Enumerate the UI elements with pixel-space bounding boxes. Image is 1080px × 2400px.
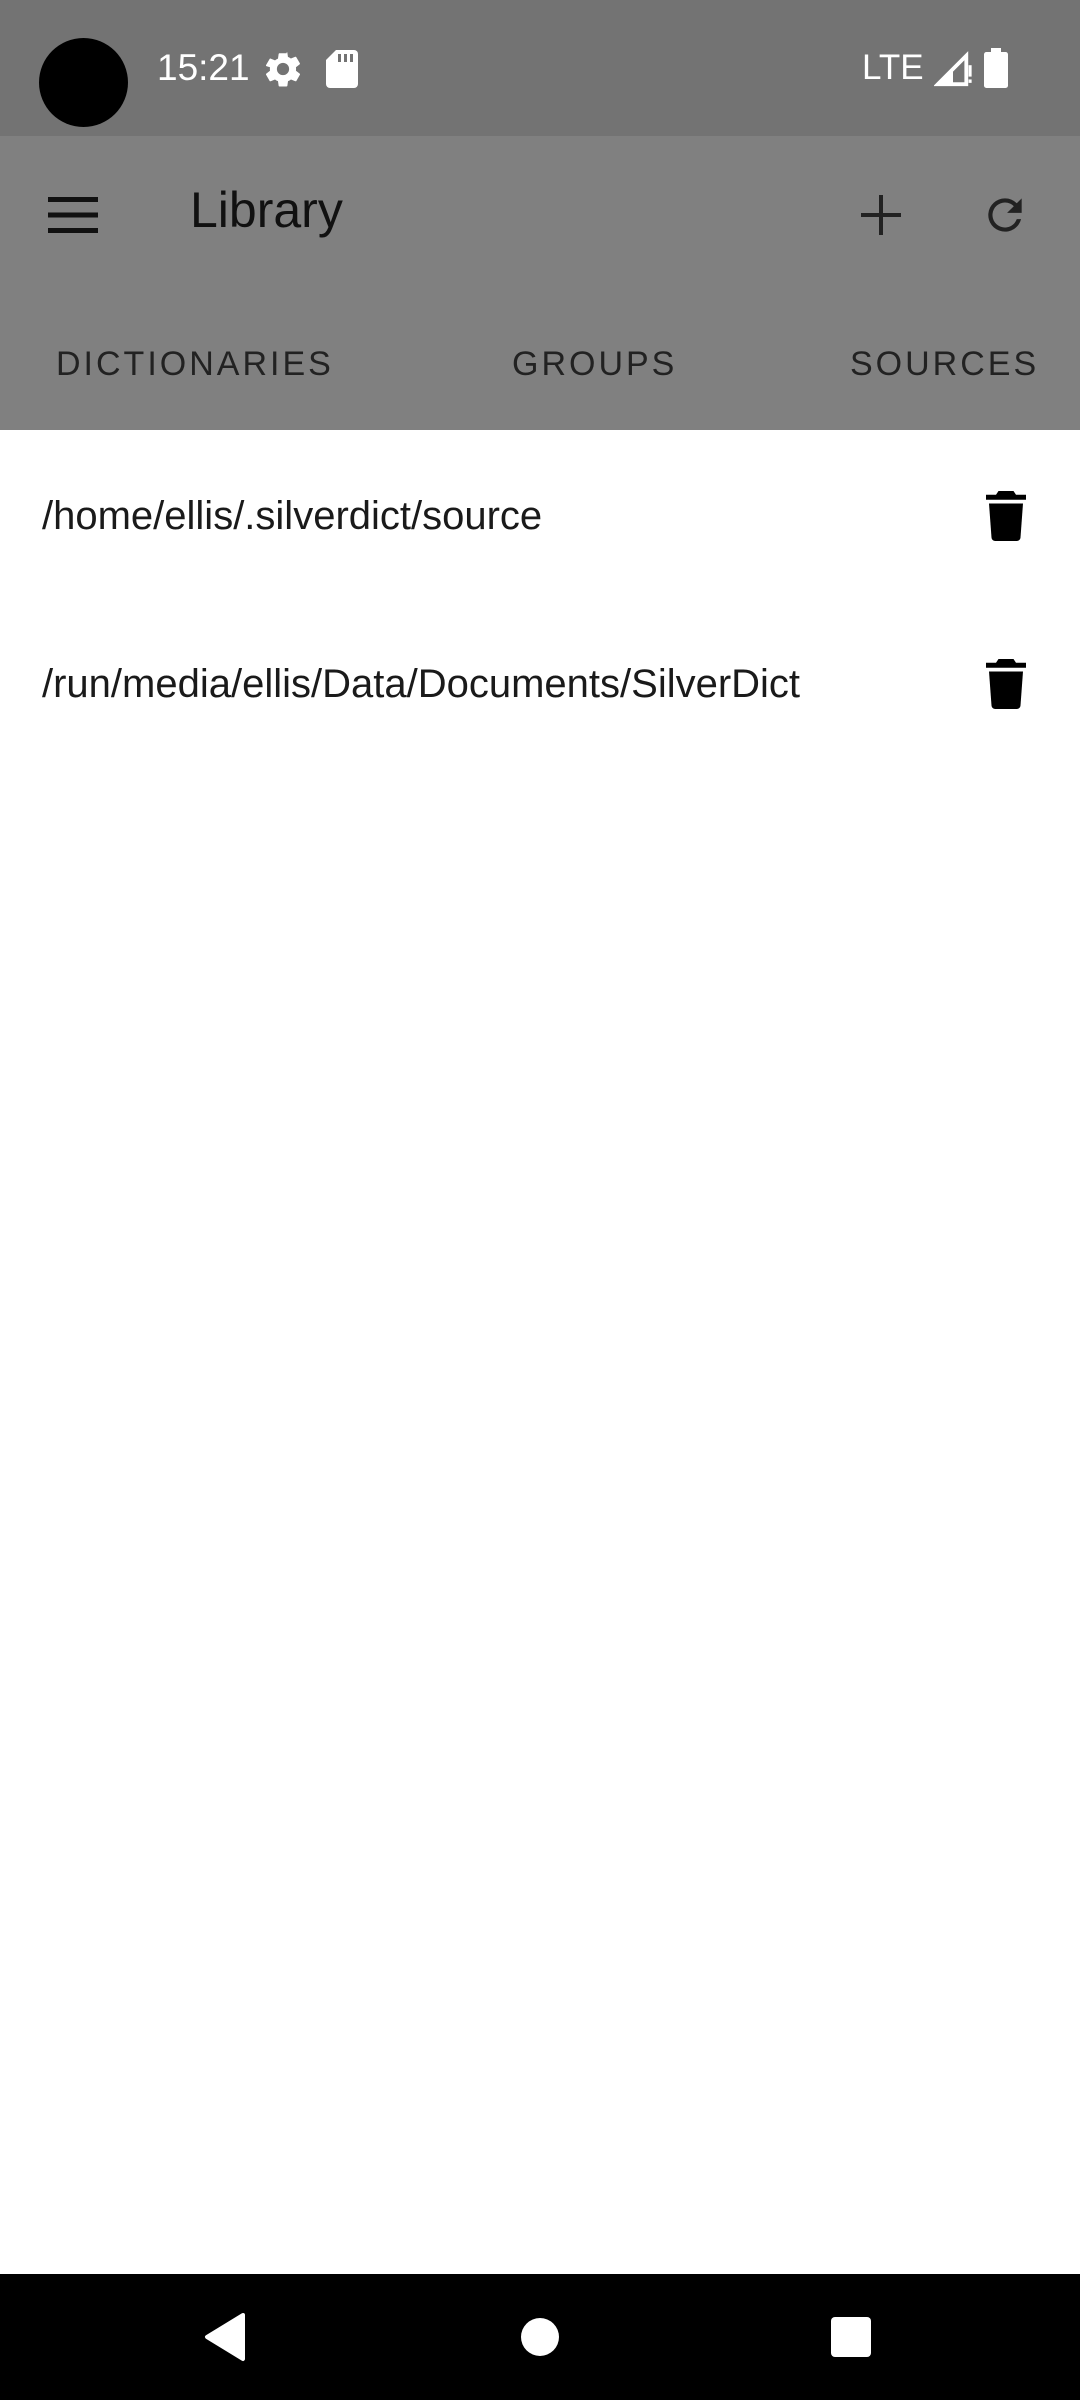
status-time: 15:21 bbox=[157, 47, 250, 88]
page-title: Library bbox=[190, 182, 343, 238]
tab-label: SOURCES bbox=[850, 344, 1040, 383]
app-bar: Library DICTIONARIES GROUPS SOURCES bbox=[0, 136, 1080, 430]
home-button[interactable] bbox=[495, 2292, 585, 2382]
tab-label: GROUPS bbox=[512, 344, 678, 383]
refresh-button[interactable] bbox=[962, 172, 1048, 258]
menu-button[interactable] bbox=[30, 172, 116, 258]
sd-card-icon bbox=[326, 50, 358, 88]
refresh-icon bbox=[988, 198, 1022, 232]
back-triangle-icon bbox=[205, 2313, 245, 2361]
settings-gear-icon bbox=[265, 52, 301, 87]
tab-label: DICTIONARIES bbox=[56, 344, 334, 383]
trash-icon bbox=[986, 491, 1026, 541]
source-path: /run/media/ellis/Data/Documents/SilverDi… bbox=[42, 661, 801, 706]
source-path: /home/ellis/.silverdict/source bbox=[42, 493, 543, 538]
delete-source-button[interactable] bbox=[964, 474, 1048, 558]
back-button[interactable] bbox=[180, 2292, 270, 2382]
plus-icon bbox=[861, 195, 901, 235]
status-bar: 15:21 LTE bbox=[0, 0, 1080, 136]
battery-icon bbox=[984, 48, 1008, 88]
camera-cutout bbox=[39, 38, 128, 127]
tab-dictionaries[interactable]: DICTIONARIES bbox=[56, 298, 334, 430]
screen: 15:21 LTE Library DICTIONARIES GROUPS SO… bbox=[0, 0, 1080, 2400]
recents-button[interactable] bbox=[806, 2292, 896, 2382]
trash-icon bbox=[986, 659, 1026, 709]
hamburger-menu-icon bbox=[48, 197, 98, 233]
home-circle-icon bbox=[521, 2318, 559, 2356]
tab-bar: DICTIONARIES GROUPS SOURCES bbox=[0, 298, 1080, 430]
system-nav-bar bbox=[0, 2274, 1080, 2400]
add-source-button[interactable] bbox=[838, 172, 924, 258]
network-type: LTE bbox=[862, 48, 924, 87]
delete-source-button[interactable] bbox=[964, 642, 1048, 726]
list-item: /run/media/ellis/Data/Documents/SilverDi… bbox=[0, 600, 1080, 768]
tab-sources[interactable]: SOURCES bbox=[850, 298, 1039, 430]
tab-groups[interactable]: GROUPS bbox=[512, 298, 677, 430]
recents-square-icon bbox=[831, 2317, 871, 2357]
list-item: /home/ellis/.silverdict/source bbox=[0, 432, 1080, 600]
signal-icon bbox=[934, 51, 972, 87]
